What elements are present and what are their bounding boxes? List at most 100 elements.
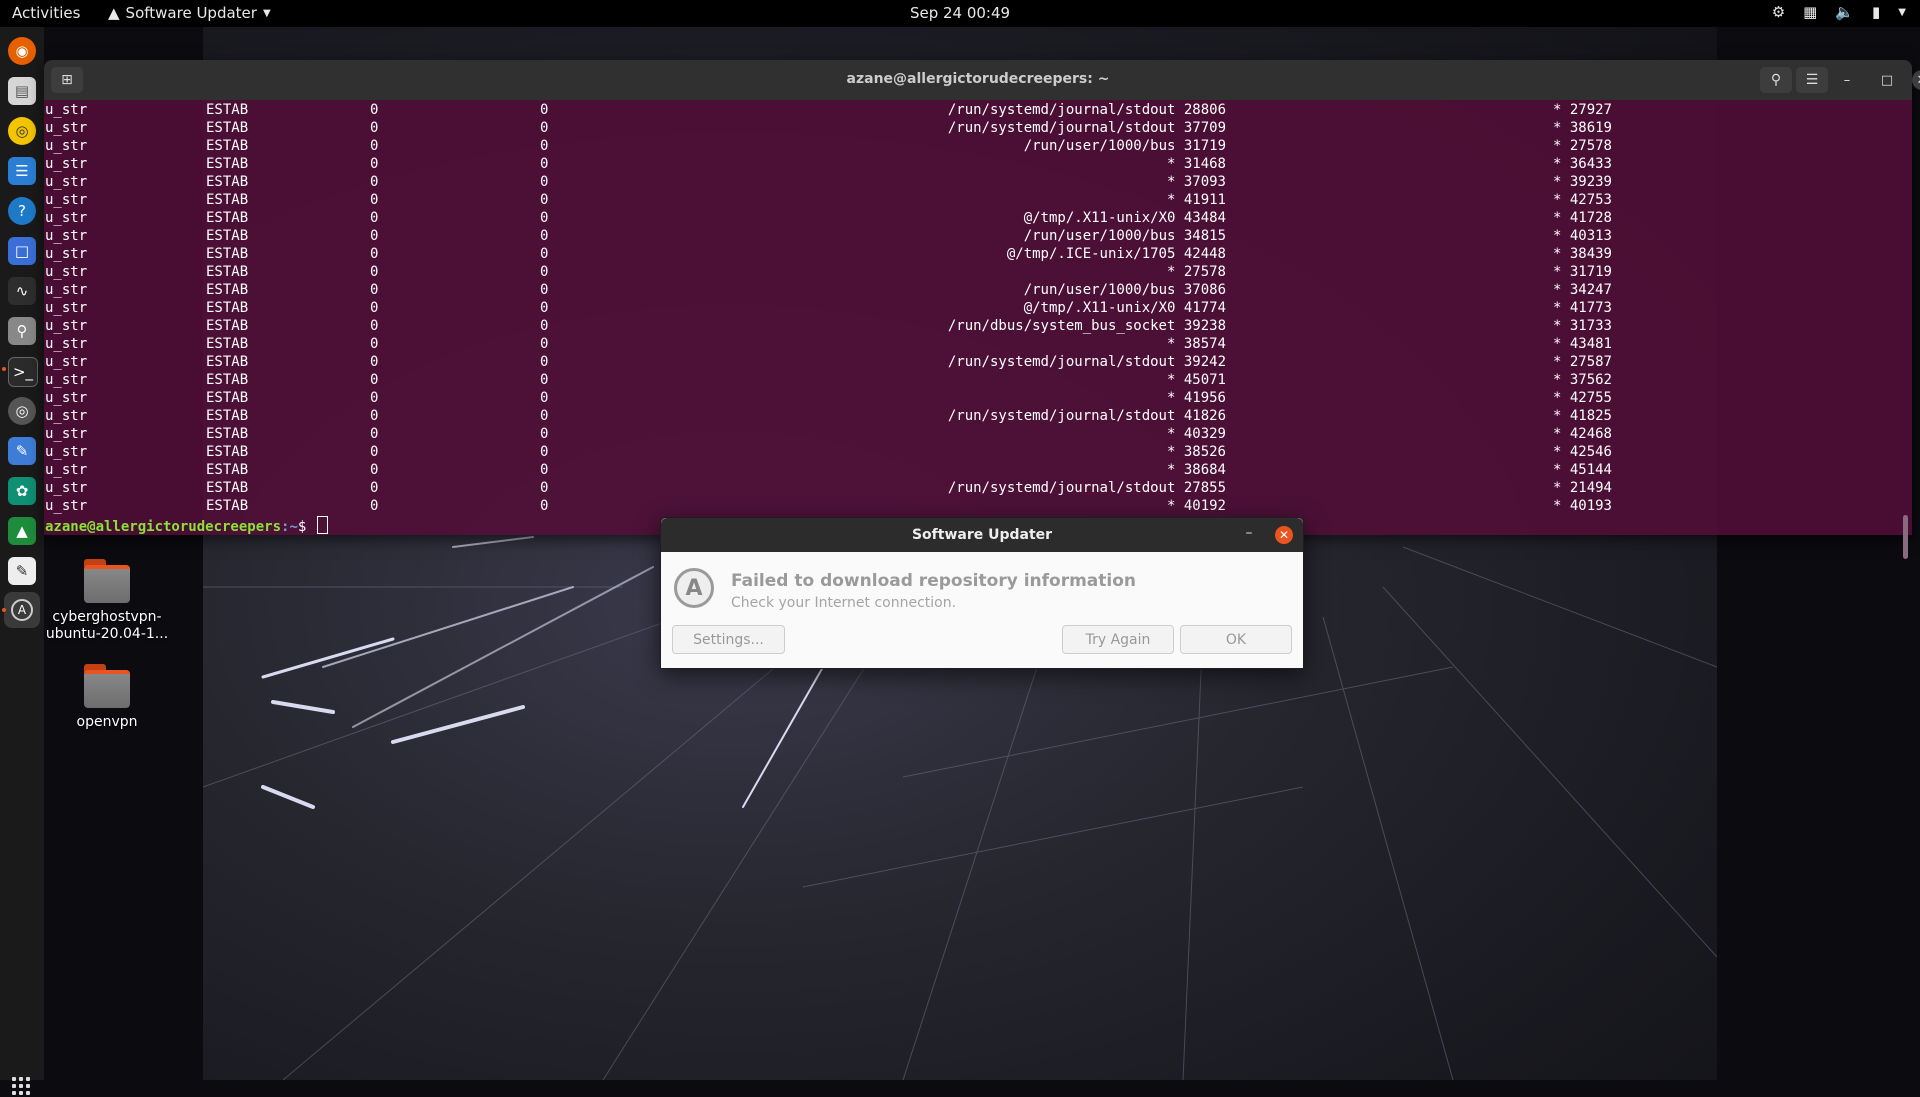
settings-button[interactable]: Settings... — [672, 625, 785, 654]
terminal-cell: @/tmp/.ICE-unix/1705 42448 — [1006, 246, 1226, 262]
terminal-cell: 0 — [540, 282, 549, 298]
writer-icon[interactable]: ☰ — [8, 157, 36, 185]
ok-button[interactable]: OK — [1180, 625, 1292, 654]
terminal-cell: 0 — [370, 390, 379, 406]
terminal-cell: 0 — [370, 192, 379, 208]
terminal-cell: @/tmp/.X11-unix/X0 43484 — [1023, 210, 1226, 226]
terminal-cell: 0 — [540, 264, 549, 280]
software-updater-icon[interactable]: A — [4, 592, 40, 628]
terminal-cell: * 38439 — [1552, 246, 1612, 262]
show-applications-icon[interactable] — [12, 1077, 32, 1097]
app-icon-green[interactable]: ✿ — [8, 477, 36, 505]
terminal-cell: 0 — [370, 174, 379, 190]
desktop-folder-openvpn[interactable]: openvpn — [42, 664, 172, 731]
text-editor-icon[interactable]: ✎ — [8, 437, 36, 465]
terminal-line: u_str ESTAB 0 0 @/tmp/.ICE-unix/1705 42448 * … — [44, 246, 1912, 264]
terminal-cell: * 40313 — [1552, 228, 1612, 244]
top-bar: Activities ▲ Software Updater ▼ Sep 24 0… — [0, 0, 1920, 27]
terminal-cell: * 37093 — [1166, 174, 1226, 190]
dock: ◉ ▤ ◎ ☰ ? □ ∿ ⚲ >_ ◎ ✎ ✿ ▲ ✎ A — [0, 27, 44, 1095]
menu-button[interactable]: ☰ — [1796, 67, 1828, 93]
terminal-cell: ESTAB — [206, 318, 249, 334]
chevron-down-icon[interactable]: ▼ — [1898, 7, 1906, 18]
activities-button[interactable]: Activities — [12, 4, 80, 22]
terminal-cell: * 43481 — [1552, 336, 1612, 352]
try-again-button[interactable]: Try Again — [1062, 625, 1174, 654]
terminal-cell: ESTAB — [206, 282, 249, 298]
desktop-folder-cyberghostvpn[interactable]: cyberghostvpn- ubuntu-20.04-1... — [42, 559, 172, 643]
terminal-output[interactable]: u_str ESTAB 0 0/run/systemd/journal/stdout … — [44, 100, 1912, 535]
terminal-cell: u_str — [45, 138, 88, 154]
settings-icon[interactable]: ◎ — [8, 397, 36, 425]
terminal-line: u_str ESTAB 0 0 @/tmp/.X11-unix/X0 43484 * 41… — [44, 210, 1912, 228]
maximize-button[interactable]: □ — [1877, 70, 1897, 90]
terminal-cell: 0 — [370, 282, 379, 298]
software-updater-icon: A — [674, 568, 714, 608]
terminal-cell: * 31468 — [1166, 156, 1226, 172]
terminal-cell: u_str — [45, 462, 88, 478]
prompt-path: :~ — [281, 519, 298, 535]
terminal-scrollbar[interactable] — [1903, 515, 1908, 559]
system-monitor-chart-icon[interactable]: ▲ — [8, 517, 36, 545]
terminal-cell: ESTAB — [206, 480, 249, 496]
terminal-cell: u_str — [45, 192, 88, 208]
close-icon: ✕ — [1917, 73, 1920, 88]
terminal-cell: 0 — [540, 318, 549, 334]
screenshot-icon[interactable]: □ — [8, 237, 36, 265]
close-icon: ✕ — [1278, 528, 1290, 542]
system-monitor-icon[interactable]: ∿ — [8, 277, 36, 305]
software-updater-dialog[interactable]: Software Updater – ✕ A Failed to downloa… — [660, 517, 1304, 669]
search-button[interactable]: ⚲ — [1760, 67, 1792, 93]
terminal-cell: * 45144 — [1552, 462, 1612, 478]
terminal-line: u_str ESTAB 0 0 * 38574 * 43481 — [44, 336, 1912, 354]
terminal-line: u_str ESTAB 0 0 * 40192 * 40193 — [44, 498, 1912, 516]
clock[interactable]: Sep 24 00:49 — [910, 4, 1010, 22]
terminal-cell: u_str — [45, 264, 88, 280]
firefox-icon[interactable]: ◉ — [8, 37, 36, 65]
minimize-button[interactable]: – — [1239, 525, 1259, 541]
terminal-cell: u_str — [45, 282, 88, 298]
dialog-headerbar[interactable]: Software Updater – ✕ — [661, 518, 1303, 552]
terminal-cell: 0 — [370, 120, 379, 136]
terminal-cell: 0 — [370, 318, 379, 334]
close-button[interactable]: ✕ — [1912, 70, 1920, 90]
terminal-cell: ESTAB — [206, 156, 249, 172]
terminal-line: u_str ESTAB 0 0/run/user/1000/bus 31719 * 27… — [44, 138, 1912, 156]
terminal-cell: 0 — [540, 210, 549, 226]
terminal-window[interactable]: ⊞ azane@allergictorudecreepers: ~ ⚲ ☰ – … — [44, 60, 1920, 559]
volume-icon[interactable]: 🔈 — [1835, 3, 1854, 21]
rhythmbox-icon[interactable]: ◎ — [8, 117, 36, 145]
terminal-headerbar[interactable]: ⊞ azane@allergictorudecreepers: ~ ⚲ ☰ – … — [44, 60, 1920, 100]
shell-prompt[interactable]: azane@allergictorudecreepers:~$ — [45, 516, 328, 535]
terminal-line: u_str ESTAB 0 0/run/systemd/journal/stdout … — [44, 120, 1912, 138]
terminal-line: u_str ESTAB 0 0/run/dbus/system_bus_socket … — [44, 318, 1912, 336]
terminal-cell: ESTAB — [206, 192, 249, 208]
close-button[interactable]: ✕ — [1275, 526, 1293, 544]
drawing-icon[interactable]: ✎ — [8, 557, 36, 585]
files-icon[interactable]: ▤ — [8, 77, 36, 105]
terminal-cell: ESTAB — [206, 210, 249, 226]
help-icon[interactable]: ? — [8, 197, 36, 225]
app-menu[interactable]: ▲ Software Updater ▼ — [108, 4, 271, 22]
terminal-cell: u_str — [45, 336, 88, 352]
battery-icon[interactable]: ▮ — [1872, 3, 1880, 21]
terminal-cell: u_str — [45, 480, 88, 496]
network-icon[interactable]: ▦ — [1803, 3, 1817, 21]
terminal-cell: /run/user/1000/bus 37086 — [1023, 282, 1226, 298]
terminal-icon[interactable]: >_ — [8, 357, 38, 387]
terminal-cell: ESTAB — [206, 444, 249, 460]
minimize-button[interactable]: – — [1837, 70, 1857, 90]
terminal-cell: u_str — [45, 246, 88, 262]
prompt-user: azane@allergictorudecreepers — [45, 519, 282, 535]
terminal-cell: ESTAB — [206, 354, 249, 370]
accessibility-icon[interactable]: ⚙ — [1772, 3, 1785, 21]
terminal-cell: u_str — [45, 156, 88, 172]
terminal-line: u_str ESTAB 0 0 * 31468 * 36433 — [44, 156, 1912, 174]
image-viewer-icon[interactable]: ⚲ — [8, 317, 36, 345]
terminal-cell: 0 — [540, 120, 549, 136]
terminal-cell: * 36433 — [1552, 156, 1612, 172]
terminal-cell: ESTAB — [206, 120, 249, 136]
terminal-cell: 0 — [370, 480, 379, 496]
terminal-line: u_str ESTAB 0 0 * 38684 * 45144 — [44, 462, 1912, 480]
system-tray[interactable]: ⚙ ▦ 🔈 ▮ ▼ — [1772, 3, 1906, 21]
